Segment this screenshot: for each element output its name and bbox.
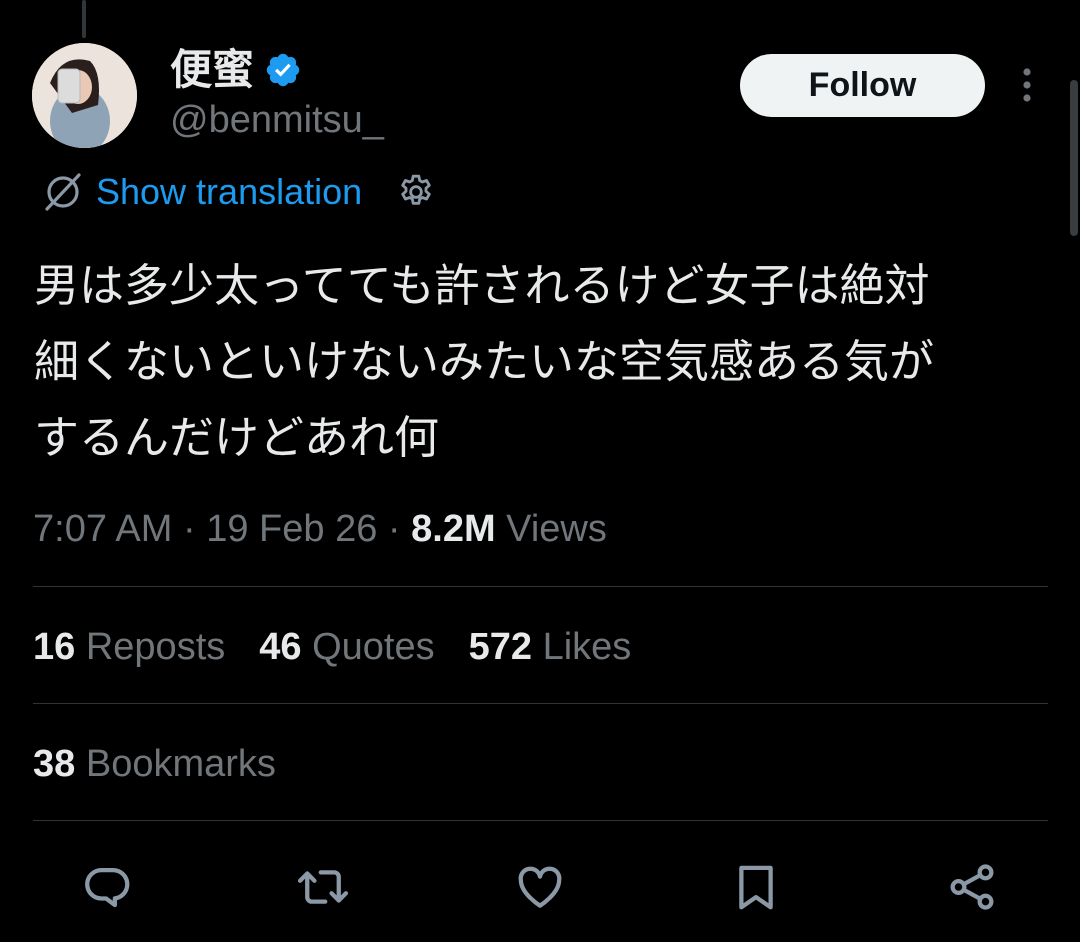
divider (33, 820, 1048, 821)
divider (33, 586, 1048, 587)
thread-connector-line (82, 0, 86, 38)
stat-label: Likes (542, 626, 632, 668)
stat-label: Bookmarks (85, 743, 276, 785)
user-handle[interactable]: @benmitsu_ (170, 98, 384, 142)
stat-count: 572 (468, 626, 533, 668)
bookmark-icon (739, 865, 773, 910)
engagement-stats: 16 Reposts 46 Quotes 572 Likes (33, 622, 665, 672)
tweet-date[interactable]: 19 Feb 26 (206, 508, 377, 550)
share-icon (950, 864, 994, 910)
bookmark-button[interactable] (729, 860, 783, 914)
bookmarks-stat[interactable]: 38 Bookmarks (33, 739, 276, 789)
tweet-time[interactable]: 7:07 AM (33, 508, 172, 550)
stat-label: Reposts (85, 626, 226, 668)
scrollbar[interactable] (1070, 80, 1078, 236)
views-label[interactable]: Views (506, 508, 607, 550)
divider (33, 703, 1048, 704)
repost-icon (297, 870, 349, 904)
like-button[interactable] (513, 860, 567, 914)
follow-button[interactable]: Follow (740, 54, 985, 117)
show-translation-link[interactable]: Show translation (96, 170, 362, 214)
display-name[interactable]: 便蜜 (170, 46, 254, 94)
reply-icon (85, 867, 130, 908)
stat-count: 46 (259, 626, 302, 668)
translation-row: Show translation (42, 170, 436, 214)
tweet-meta: 7:07 AM · 19 Feb 26 · 8.2M Views (33, 504, 607, 554)
views-count[interactable]: 8.2M (411, 508, 495, 550)
stat-label: Quotes (312, 626, 435, 668)
author-name-row[interactable]: 便蜜 (170, 46, 302, 94)
stat-count: 38 (33, 743, 76, 785)
tweet-text: 男は多少太ってても許されるけど女子は絶対 細くないといけないみたいな空気感ある気… (34, 259, 935, 464)
stat-count: 16 (33, 626, 76, 668)
like-icon (518, 866, 562, 908)
meta-separator: · (182, 508, 196, 550)
reposts-stat[interactable]: 16 Reposts (33, 622, 225, 672)
verified-badge-icon (264, 51, 302, 89)
quotes-stat[interactable]: 46 Quotes (259, 622, 434, 672)
avatar[interactable] (32, 43, 137, 148)
gear-icon[interactable] (396, 172, 436, 212)
translate-globe-icon (42, 171, 84, 213)
repost-button[interactable] (296, 860, 350, 914)
more-options-icon[interactable] (1012, 66, 1042, 106)
action-bar (0, 850, 1080, 920)
meta-separator: · (387, 508, 401, 550)
share-button[interactable] (945, 860, 999, 914)
avatar-photo (32, 43, 137, 148)
likes-stat[interactable]: 572 Likes (469, 622, 632, 672)
reply-button[interactable] (80, 860, 134, 914)
